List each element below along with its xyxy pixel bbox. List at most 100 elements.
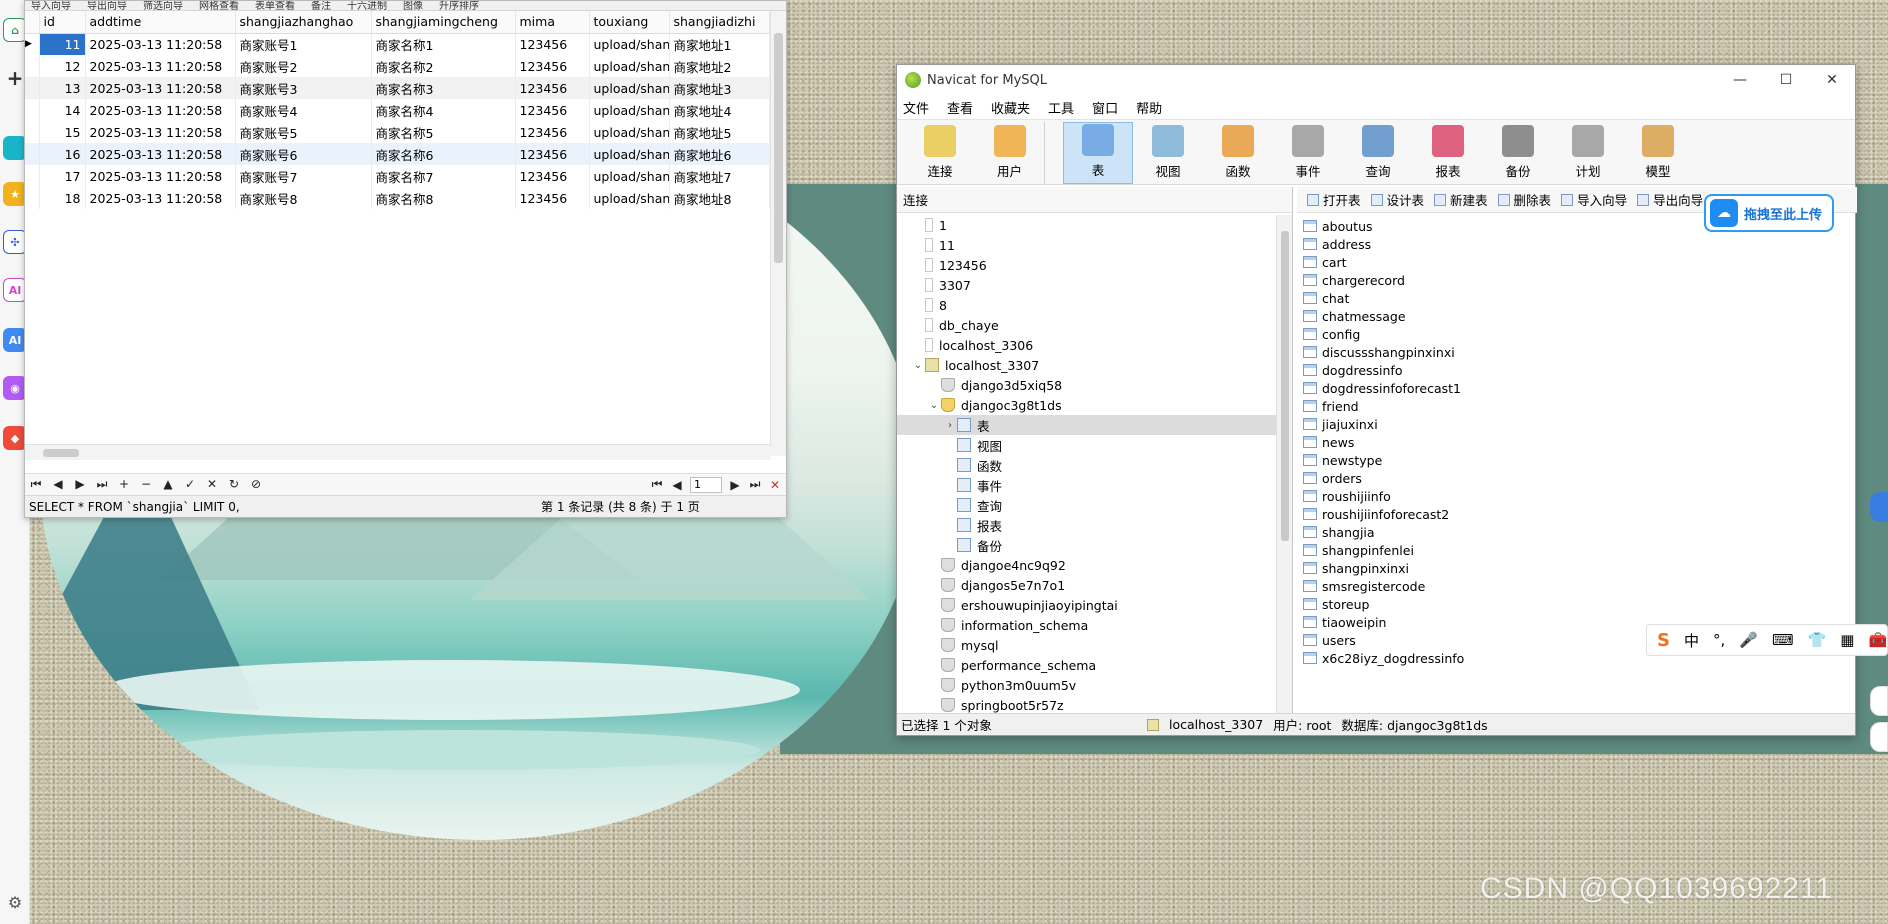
table-cell[interactable]: 商家地址6 [669,143,770,165]
table-list-item[interactable]: shangpinxinxi [1303,559,1464,577]
table-cell[interactable]: upload/shang [589,165,670,187]
table-cell[interactable]: upload/shang [589,99,670,121]
table-cell[interactable]: 14 [39,99,86,121]
table-cell[interactable]: 12 [39,55,86,77]
tree-item[interactable]: 事件 [897,475,1277,495]
table-cell[interactable]: 商家账号5 [235,121,372,143]
table-cell[interactable]: 2025-03-13 11:20:58 [85,143,236,165]
object-toolbar-button[interactable]: 删除表 [1497,190,1551,209]
grid-toolbar-item[interactable]: 图像 [403,1,423,10]
table-row[interactable]: 18 2025-03-13 11:20:58 商家账号8 商家名称8 123456 upl… [25,187,770,209]
grid-toolbar-item[interactable]: 筛选向导 [143,1,183,10]
grid-toolbar-item[interactable]: 表单查看 [255,1,295,10]
table-cell[interactable]: 16 [39,143,86,165]
ime-item[interactable]: S [1657,630,1670,651]
table-cell[interactable]: 2025-03-13 11:20:58 [85,33,236,55]
tree-item[interactable]: 查询 [897,495,1277,515]
table-cell[interactable]: 2025-03-13 11:20:58 [85,99,236,121]
table-cell[interactable]: upload/shang [589,143,670,165]
tree-item[interactable]: 1 [897,215,1277,235]
table-cell[interactable]: 商家账号8 [235,187,372,209]
column-header-shangjiadizhi[interactable]: shangjiadizhi [669,11,770,34]
table-row[interactable]: 15 2025-03-13 11:20:58 商家账号5 商家名称5 123456 upl… [25,121,770,143]
table-list-item[interactable]: chatmessage [1303,307,1464,325]
grid-toolbar-item[interactable]: 升序排序 [439,1,479,10]
table-cell[interactable]: 123456 [515,77,590,99]
table-cell[interactable]: 商家地址7 [669,165,770,187]
tree-item[interactable]: 视图 [897,435,1277,455]
table-cell[interactable]: 商家账号2 [235,55,372,77]
table-cell[interactable]: 18 [39,187,86,209]
column-header-shangjiazhanghao[interactable]: shangjiazhanghao [235,11,372,34]
row-selector[interactable] [25,55,40,77]
ime-item[interactable]: ⌨ [1772,631,1794,649]
table-cell[interactable]: 123456 [515,33,590,55]
toolbar-user[interactable]: 用户 [975,122,1045,184]
table-cell[interactable]: 2025-03-13 11:20:58 [85,77,236,99]
ime-item[interactable]: ▦ [1840,631,1854,649]
page-settings-icon[interactable]: ✕ [768,478,782,492]
grid-vertical-scrollbar[interactable] [770,11,786,456]
grid-nav-button[interactable]: + [117,477,131,492]
toolbar-report[interactable]: 报表 [1413,122,1483,184]
table-list-item[interactable]: news [1303,433,1464,451]
table-cell[interactable]: 商家名称4 [371,99,516,121]
table-cell[interactable]: 13 [39,77,86,99]
table-cell[interactable]: upload/shang [589,33,670,55]
table-list-item[interactable]: jiajuxinxi [1303,415,1464,433]
row-selector[interactable] [25,165,40,187]
table-cell[interactable]: 商家地址5 [669,121,770,143]
table-list-item[interactable]: roushijiinfo [1303,487,1464,505]
table-cell[interactable]: 15 [39,121,86,143]
table-row[interactable]: 14 2025-03-13 11:20:58 商家账号4 商家名称4 123456 upl… [25,99,770,121]
toolbar-query[interactable]: 查询 [1343,122,1413,184]
table-list-item[interactable]: chargerecord [1303,271,1464,289]
table-cell[interactable]: upload/shang [589,121,670,143]
expand-arrow-icon[interactable]: ⌄ [927,400,941,411]
table-list-item[interactable]: shangjia [1303,523,1464,541]
table-cell[interactable]: 商家账号3 [235,77,372,99]
ime-item[interactable]: 中 [1684,630,1699,651]
table-row[interactable]: 13 2025-03-13 11:20:58 商家账号3 商家名称3 123456 upl… [25,77,770,99]
row-selector[interactable] [25,121,40,143]
next-page-button[interactable]: ▶ [728,478,742,492]
table-list-item[interactable]: dogdressinfo [1303,361,1464,379]
close-button[interactable]: ✕ [1809,72,1855,88]
row-selector[interactable] [25,77,40,99]
table-cell[interactable]: 商家地址8 [669,187,770,209]
grid-toolbar-item[interactable]: 十六进制 [347,1,387,10]
table-list-item[interactable]: friend [1303,397,1464,415]
toolbar-event[interactable]: 事件 [1273,122,1343,184]
tree-item[interactable]: 11 [897,235,1277,255]
grid-nav-button[interactable]: ⏭ [95,477,109,492]
grid-nav-button[interactable]: ↻ [227,477,241,492]
toolbar-view[interactable]: 视图 [1133,122,1203,184]
table-cell[interactable]: 商家账号4 [235,99,372,121]
table-cell[interactable]: 商家名称8 [371,187,516,209]
table-list-item[interactable]: aboutus [1303,217,1464,235]
menu-item[interactable]: 查看 [941,98,985,117]
table-list-item[interactable]: config [1303,325,1464,343]
side-widget-1[interactable] [1870,492,1888,522]
table-cell[interactable]: 商家名称7 [371,165,516,187]
table-cell[interactable]: 123456 [515,121,590,143]
toolbar-backup[interactable]: 备份 [1483,122,1553,184]
table-list-item[interactable]: x6c28iyz_dogdressinfo [1303,649,1464,667]
settings-icon[interactable]: ⚙ [3,890,27,914]
toolbar-table[interactable]: 表 [1063,122,1133,184]
table-list-item[interactable]: newstype [1303,451,1464,469]
grid-nav-button[interactable]: ✓ [183,477,197,492]
toolbar-function[interactable]: 函数 [1203,122,1273,184]
column-header-shangjiamingcheng[interactable]: shangjiamingcheng [371,11,516,34]
object-toolbar-button[interactable]: 导出向导 [1637,190,1703,209]
table-list-item[interactable]: tiaoweipin [1303,613,1464,631]
tree-item[interactable]: information_schema [897,615,1277,635]
column-header-touxiang[interactable]: touxiang [589,11,670,34]
table-cell[interactable]: 17 [39,165,86,187]
table-list-item[interactable]: users [1303,631,1464,649]
table-list-item[interactable]: orders [1303,469,1464,487]
toolbar-model[interactable]: 模型 [1623,122,1693,184]
grid-nav-button[interactable]: − [139,477,153,492]
side-widget-2[interactable] [1870,686,1888,716]
table-row[interactable]: 12 2025-03-13 11:20:58 商家账号2 商家名称2 123456 upl… [25,55,770,77]
